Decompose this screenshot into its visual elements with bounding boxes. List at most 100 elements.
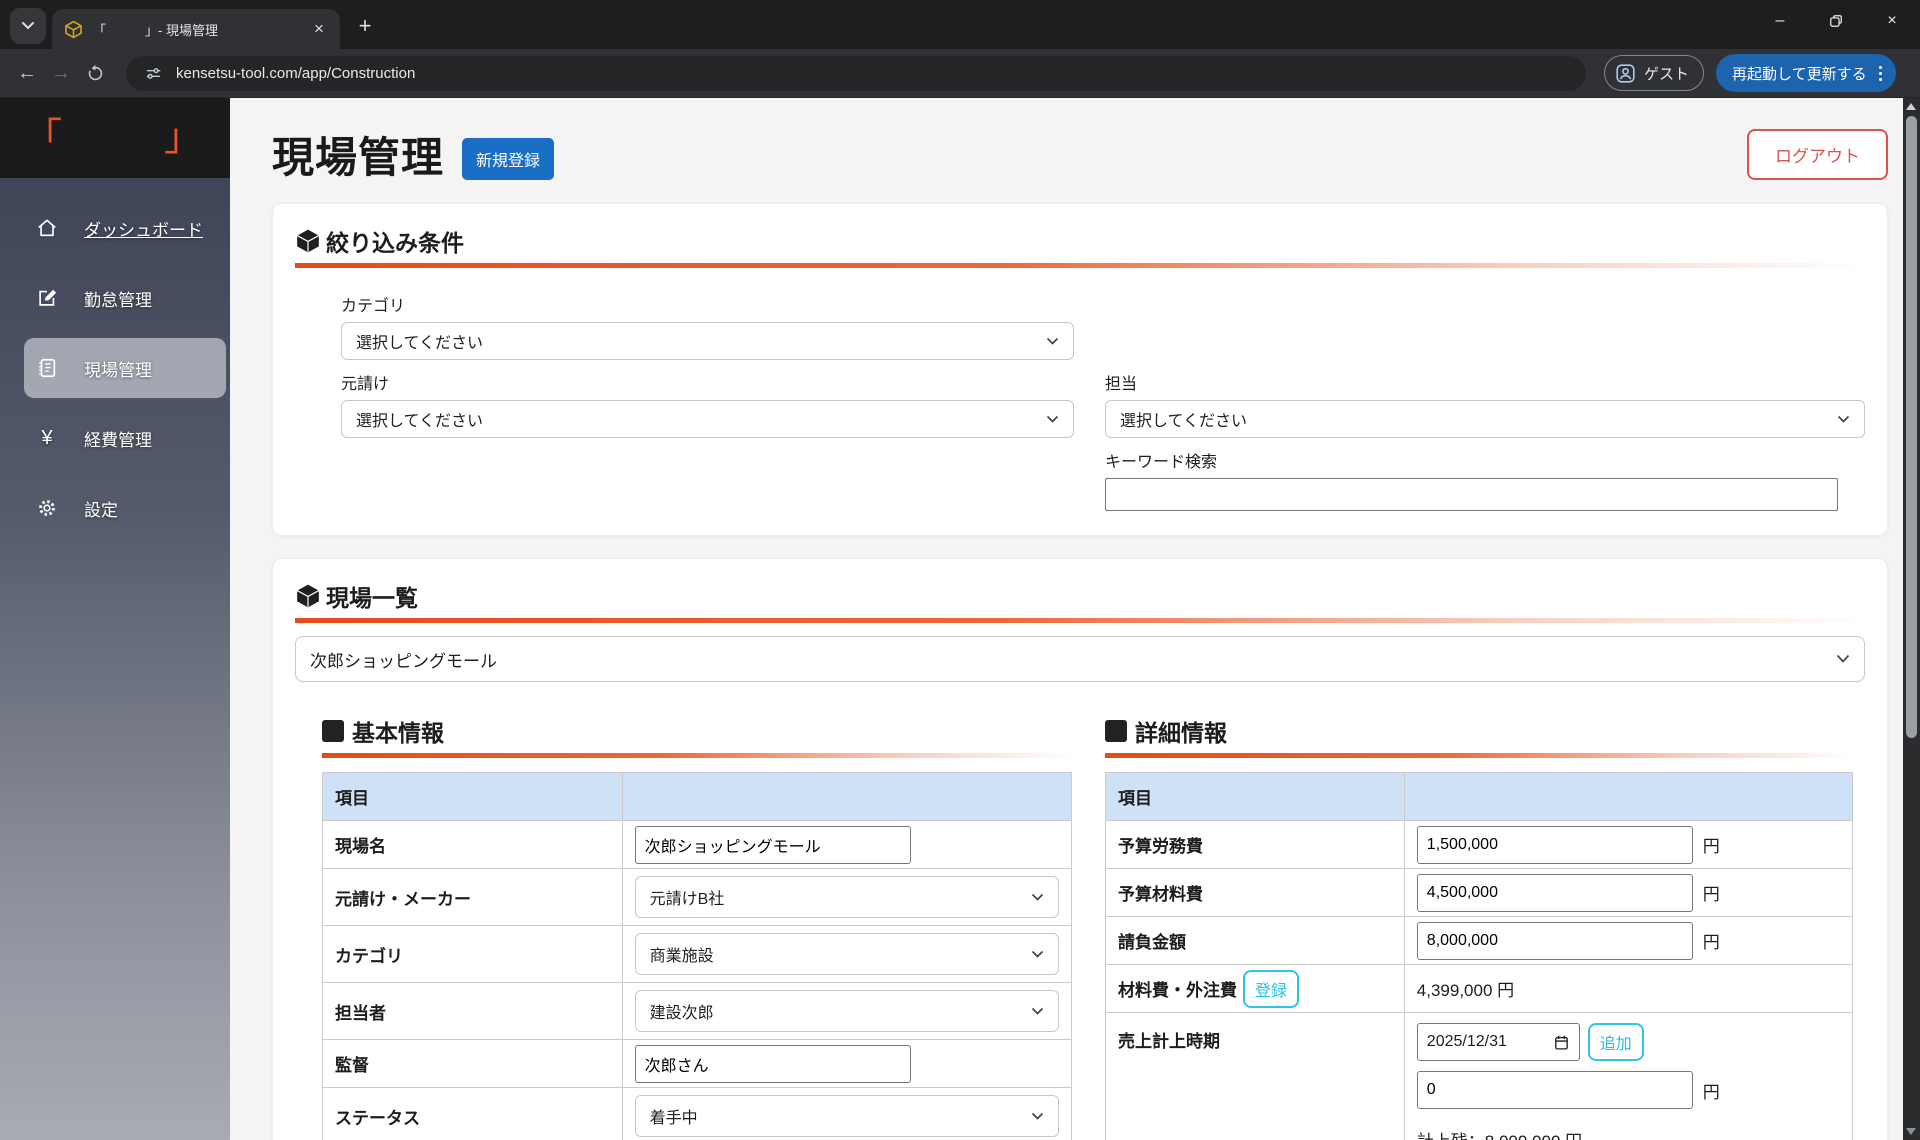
back-button[interactable]: ← (10, 56, 44, 90)
site-settings-icon[interactable] (140, 60, 166, 86)
manager-select[interactable]: 建設次郎 (635, 990, 1059, 1032)
status-label: ステータス (323, 1088, 623, 1140)
accent-underline (1105, 753, 1853, 758)
restore-button[interactable] (1808, 0, 1864, 42)
sales-amount-input[interactable] (1417, 1071, 1693, 1109)
sidebar-item-label: ダッシュボード (84, 216, 203, 241)
scroll-down-icon[interactable] (1906, 1128, 1916, 1135)
table-header-row: 項目 (323, 773, 1072, 821)
main-content: 現場管理 新規登録 ログアウト 絞り込み条件 カテゴリ 選択してください (230, 98, 1920, 1140)
table-row: 請負金額 円 (1106, 917, 1853, 965)
keyword-search-label: キーワード検索 (1105, 448, 1865, 472)
table-row: 予算材料費 円 (1106, 869, 1853, 917)
column-header: 項目 (323, 773, 623, 821)
contractor-select[interactable]: 元請けB社 (635, 876, 1059, 918)
contract-amount-input[interactable] (1417, 922, 1693, 960)
unit-label: 円 (1703, 1078, 1720, 1103)
chevron-down-icon (1031, 950, 1044, 959)
tab-title: 「 」- 現場管理 (93, 20, 308, 39)
url-text: kensetsu-tool.com/app/Construction (176, 65, 415, 82)
browser-chrome: 「 」- 現場管理 × + – × ← → kensetsu-tool.com/… (0, 0, 1920, 98)
address-bar[interactable]: kensetsu-tool.com/app/Construction (126, 56, 1586, 91)
unit-label: 円 (1703, 880, 1720, 905)
table-row: 材料費・外注費 登録 4,399,000 円 (1106, 965, 1853, 1013)
register-cost-button[interactable]: 登録 (1243, 970, 1299, 1008)
labor-budget-label: 予算労務費 (1106, 821, 1405, 869)
sidebar-item-label: 経費管理 (84, 426, 152, 451)
cube-icon (295, 583, 321, 609)
detail-info-section: 詳細情報 項目 予算労務費 円 (1105, 714, 1853, 1140)
material-cost-label: 材料費・外注費 (1118, 976, 1237, 1001)
new-tab-button[interactable]: + (348, 9, 382, 43)
accent-underline (295, 263, 1865, 268)
square-icon (322, 720, 344, 742)
contractor-filter-select[interactable]: 選択してください (341, 400, 1074, 438)
site-list-heading: 現場一覧 (326, 579, 418, 613)
site-select-value: 次郎ショッピングモール (310, 647, 497, 672)
sales-period-label: 売上計上時期 (1106, 1013, 1405, 1140)
sidebar: 「 」 ダッシュボード 勤怠管理 現場管理 (0, 98, 230, 1140)
category-filter-select[interactable]: 選択してください (341, 322, 1074, 360)
keyword-search-input[interactable] (1105, 478, 1838, 511)
square-icon (1105, 720, 1127, 742)
calendar-icon[interactable] (1553, 1034, 1570, 1051)
restart-update-button[interactable]: 再起動して更新する (1716, 54, 1896, 92)
chevron-down-icon (21, 21, 35, 31)
filter-heading: 絞り込み条件 (326, 224, 464, 258)
sidebar-item-dashboard[interactable]: ダッシュボード (0, 204, 226, 252)
chevron-down-icon (1031, 893, 1044, 902)
category-filter-value: 選択してください (356, 329, 483, 353)
browser-menu-icon[interactable] (1873, 66, 1888, 81)
unit-label: 円 (1703, 928, 1720, 953)
tab-search-button[interactable] (10, 8, 46, 44)
manager-filter-select[interactable]: 選択してください (1105, 400, 1865, 438)
contractor-filter-label: 元請け (341, 370, 1074, 394)
logout-button[interactable]: ログアウト (1747, 129, 1888, 180)
site-select[interactable]: 次郎ショッピングモール (295, 636, 1865, 682)
labor-budget-input[interactable] (1417, 826, 1693, 864)
chevron-down-icon (1046, 337, 1059, 346)
scroll-up-icon[interactable] (1906, 103, 1916, 110)
status-select[interactable]: 着手中 (635, 1095, 1059, 1137)
profile-button[interactable]: ゲスト (1604, 55, 1704, 91)
detail-info-table: 項目 予算労務費 円 (1105, 772, 1853, 1140)
page-title: 現場管理 (272, 124, 444, 185)
supervisor-input[interactable] (635, 1045, 911, 1083)
category-filter-label: カテゴリ (341, 292, 1074, 316)
sales-period-date-input[interactable]: 2025/12/31 (1417, 1023, 1580, 1061)
reload-button[interactable] (78, 56, 112, 90)
new-registration-button[interactable]: 新規登録 (462, 138, 554, 180)
material-cost-value: 4,399,000 円 (1404, 965, 1852, 1013)
sidebar-item-expenses[interactable]: ¥ 経費管理 (0, 414, 226, 462)
close-window-button[interactable]: × (1864, 0, 1920, 42)
chevron-down-icon (1031, 1007, 1044, 1016)
yen-icon: ¥ (36, 427, 58, 450)
sidebar-item-label: 現場管理 (84, 356, 152, 381)
window-controls: – × (1752, 0, 1920, 42)
contractor-label: 元請け・メーカー (323, 869, 623, 926)
minimize-button[interactable]: – (1752, 0, 1808, 42)
sidebar-nav: ダッシュボード 勤怠管理 現場管理 ¥ 経費管理 (0, 178, 230, 532)
page-scrollbar[interactable] (1903, 98, 1920, 1140)
sales-period-date-value: 2025/12/31 (1427, 1033, 1507, 1051)
add-period-button[interactable]: 追加 (1588, 1023, 1644, 1061)
accent-underline (322, 753, 1072, 758)
tab-close-icon[interactable]: × (308, 18, 330, 40)
table-row: 予算労務費 円 (1106, 821, 1853, 869)
gear-icon (36, 497, 58, 519)
forward-button[interactable]: → (44, 56, 78, 90)
contract-amount-label: 請負金額 (1106, 917, 1405, 965)
site-name-input[interactable] (635, 826, 911, 864)
manager-filter-value: 選択してください (1120, 407, 1247, 431)
scrollbar-thumb[interactable] (1906, 116, 1917, 738)
contractor-filter-value: 選択してください (356, 407, 483, 431)
accent-underline (295, 618, 1865, 623)
sidebar-item-settings[interactable]: 設定 (0, 484, 226, 532)
sidebar-item-attendance[interactable]: 勤怠管理 (0, 274, 226, 322)
table-row: 担当者 建設次郎 (323, 983, 1072, 1040)
sidebar-item-site-management[interactable]: 現場管理 (24, 338, 226, 398)
browser-tab[interactable]: 「 」- 現場管理 × (52, 9, 340, 49)
material-budget-input[interactable] (1417, 874, 1693, 912)
category-value: 商業施設 (650, 942, 714, 966)
category-select[interactable]: 商業施設 (635, 933, 1059, 975)
